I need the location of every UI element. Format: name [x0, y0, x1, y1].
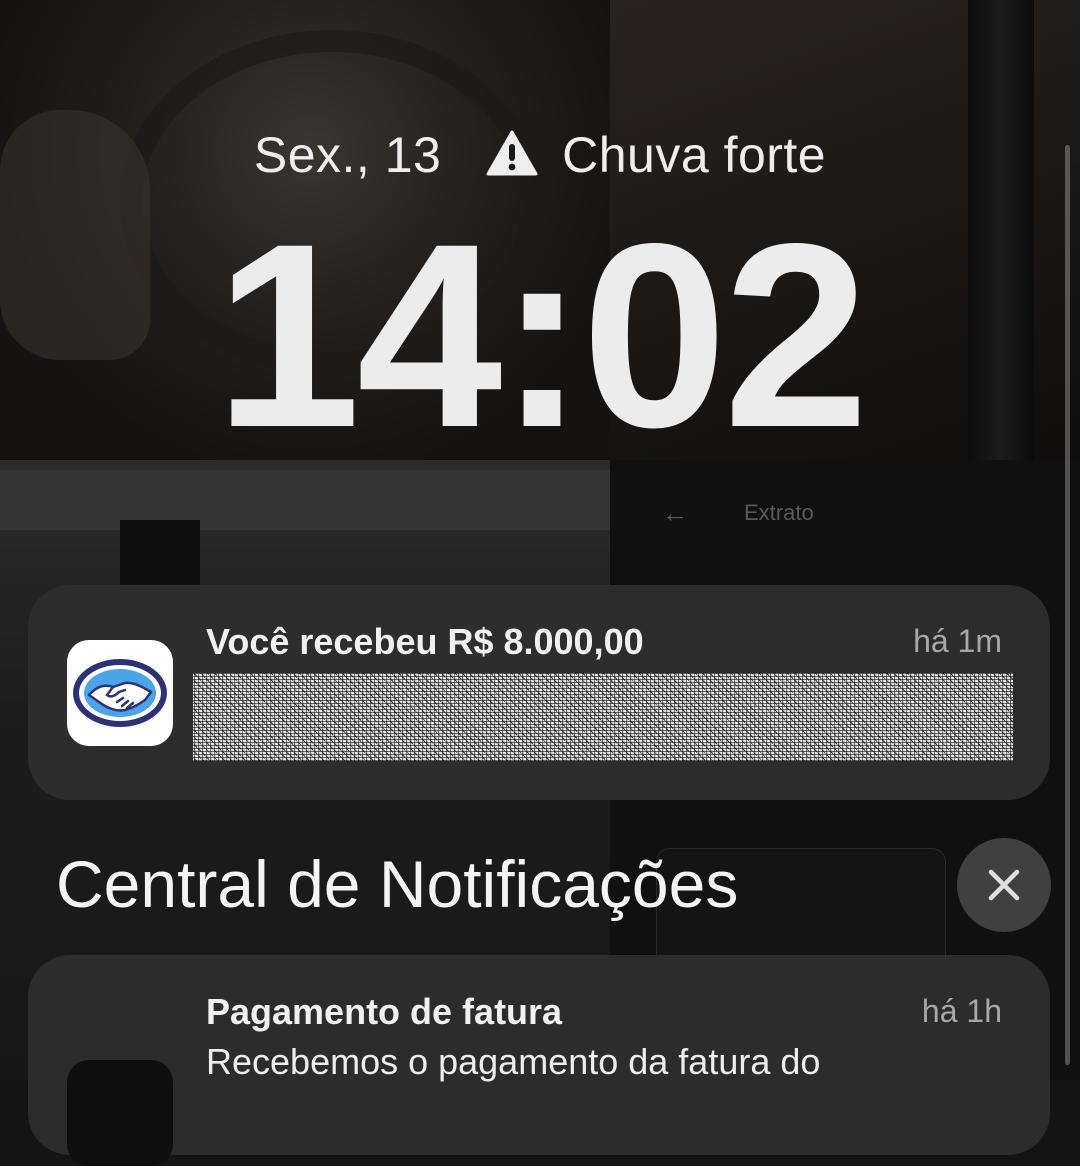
redacted-message-body: [193, 673, 1013, 761]
mercado-pago-icon: [67, 640, 173, 746]
notification-time: há 1m: [913, 623, 1002, 659]
notification-center-title: Central de Notificações: [56, 847, 739, 921]
warning-icon: [486, 130, 538, 188]
ghost-screen-title: Extrato: [744, 500, 814, 525]
lock-date: Sex., 13: [253, 127, 442, 183]
clear-notifications-button[interactable]: [957, 838, 1051, 932]
lock-clock: 14:02: [214, 189, 869, 482]
bank-app-icon: [67, 1060, 173, 1166]
notification-card[interactable]: Você recebeu R$ 8.000,00 há 1m: [28, 585, 1050, 800]
back-arrow-icon: ←: [662, 498, 688, 528]
close-icon: [988, 869, 1020, 901]
notification-body: Recebemos o pagamento da fatura do: [206, 1041, 821, 1082]
notification-card[interactable]: Pagamento de fatura há 1h Recebemos o pa…: [28, 955, 1050, 1166]
notification-time: há 1h: [921, 993, 1002, 1029]
wallpaper-window: [120, 520, 200, 590]
weather-alert: Chuva forte: [562, 127, 827, 183]
notification-title: Você recebeu R$ 8.000,00: [206, 621, 644, 662]
date-weather-row: Sex., 13 Chuva forte: [0, 126, 1080, 188]
notification-title: Pagamento de fatura: [206, 991, 563, 1032]
